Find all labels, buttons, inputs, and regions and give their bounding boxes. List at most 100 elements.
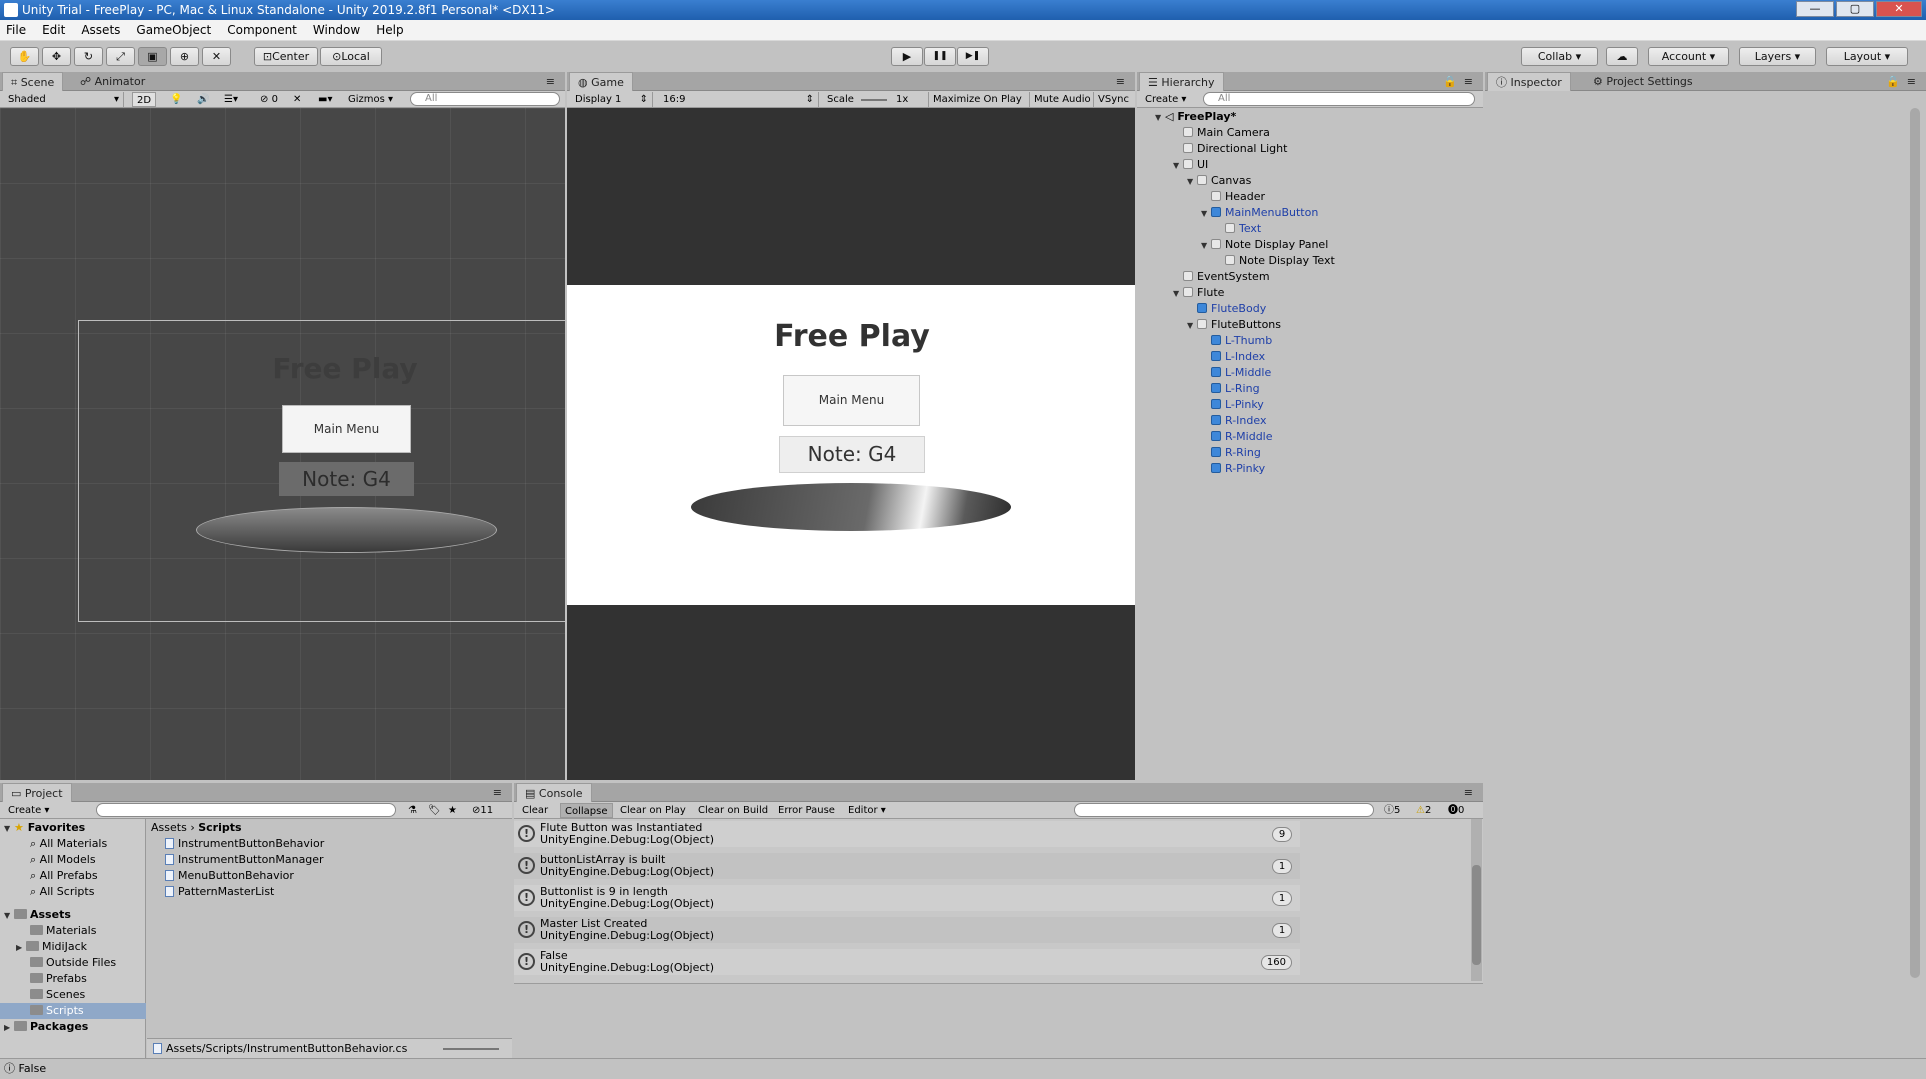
asset-folder[interactable]: Materials bbox=[30, 923, 96, 939]
filter-label-icon[interactable]: 🏷 bbox=[424, 803, 445, 818]
hidden-objects-toggle[interactable]: ⊘ 0 bbox=[256, 92, 282, 107]
hierarchy-menu-icon[interactable]: ≡ bbox=[1456, 72, 1481, 91]
console-editor-dropdown[interactable]: Editor ▾ bbox=[844, 803, 890, 818]
asset-folder[interactable]: Outside Files bbox=[30, 955, 116, 971]
console-log-filter[interactable]: ⓘ5 bbox=[1380, 803, 1404, 818]
scene-search-input[interactable]: All bbox=[410, 92, 560, 106]
console-clear-on-play-toggle[interactable]: Clear on Play bbox=[616, 803, 690, 818]
file-item[interactable]: PatternMasterList bbox=[165, 884, 274, 900]
scale-slider[interactable] bbox=[857, 92, 891, 107]
hierarchy-item[interactable]: R-Ring bbox=[1201, 445, 1261, 461]
hierarchy-item[interactable]: R-Middle bbox=[1201, 429, 1273, 445]
game-screen[interactable]: Free Play Main Menu Note: G4 bbox=[567, 285, 1135, 605]
maximize-on-play-toggle[interactable]: Maximize On Play bbox=[928, 92, 1026, 107]
console-error-filter[interactable]: ⓿0 bbox=[1444, 803, 1468, 818]
console-entry[interactable]: ! Master List Created UnityEngine.Debug:Lo… bbox=[514, 917, 1300, 943]
pivot-center-button[interactable]: ⊡Center bbox=[254, 47, 318, 66]
console-entry[interactable]: ! Flute Button was Instantiated UnityEngin… bbox=[514, 821, 1300, 847]
asset-folder-selected[interactable]: Scripts bbox=[0, 1003, 146, 1019]
icon-size-slider[interactable] bbox=[443, 1048, 499, 1050]
hierarchy-item[interactable]: L-Thumb bbox=[1201, 333, 1272, 349]
layout-dropdown[interactable]: Layout ▾ bbox=[1826, 47, 1908, 66]
hierarchy-item[interactable]: EventSystem bbox=[1173, 269, 1270, 285]
console-scroll-thumb[interactable] bbox=[1472, 865, 1481, 965]
hierarchy-create-dropdown[interactable]: Create ▾ bbox=[1141, 92, 1190, 107]
inspector-menu-icon[interactable]: ≡ bbox=[1899, 72, 1924, 91]
console-menu-icon[interactable]: ≡ bbox=[1456, 783, 1481, 802]
shading-dropdown[interactable]: Shaded ▾ bbox=[4, 92, 124, 107]
step-button[interactable]: ▶❚ bbox=[957, 47, 989, 66]
tab-console[interactable]: ▤ Console bbox=[516, 783, 592, 802]
console-entry[interactable]: ! buttonListArray is built UnityEngine.Deb… bbox=[514, 853, 1300, 879]
hierarchy-item[interactable]: L-Ring bbox=[1201, 381, 1260, 397]
console-clear-on-build-toggle[interactable]: Clear on Build bbox=[694, 803, 772, 818]
tab-scene[interactable]: ⌗ Scene bbox=[2, 72, 64, 91]
hierarchy-item[interactable]: Text bbox=[1215, 221, 1261, 237]
pause-button[interactable]: ❚❚ bbox=[924, 47, 956, 66]
tab-animator[interactable]: ☍ Animator bbox=[72, 72, 153, 91]
hierarchy-item[interactable]: ▼ Flute bbox=[1173, 285, 1224, 301]
favorite-item[interactable]: ⌕ All Scripts bbox=[30, 884, 94, 900]
tab-project-settings[interactable]: ⚙ Project Settings bbox=[1585, 72, 1701, 91]
assets-group[interactable]: ▼ Assets bbox=[4, 907, 71, 923]
hierarchy-item[interactable]: FluteBody bbox=[1187, 301, 1266, 317]
mute-audio-toggle[interactable]: Mute Audio bbox=[1029, 92, 1095, 107]
panel-menu-icon[interactable]: ≡ bbox=[538, 72, 563, 91]
lighting-toggle-icon[interactable]: 💡 bbox=[166, 92, 186, 107]
file-item[interactable]: MenuButtonBehavior bbox=[165, 868, 294, 884]
hierarchy-item[interactable]: ▼ Note Display Panel bbox=[1201, 237, 1328, 253]
status-bar[interactable]: ⓘ False bbox=[0, 1058, 1926, 1079]
hierarchy-item[interactable]: R-Index bbox=[1201, 413, 1266, 429]
minimize-button[interactable]: — bbox=[1796, 1, 1834, 17]
mode-2d-toggle[interactable]: 2D bbox=[132, 92, 157, 107]
asset-folder[interactable]: Scenes bbox=[30, 987, 85, 1003]
packages-group[interactable]: ▶ Packages bbox=[4, 1019, 88, 1035]
favorite-item[interactable]: ⌕ All Prefabs bbox=[30, 868, 98, 884]
hierarchy-item[interactable]: ▼ MainMenuButton bbox=[1201, 205, 1318, 221]
console-scrollbar[interactable] bbox=[1471, 819, 1482, 981]
hierarchy-item[interactable]: Note Display Text bbox=[1215, 253, 1335, 269]
hierarchy-item[interactable]: L-Index bbox=[1201, 349, 1265, 365]
hierarchy-item[interactable]: Header bbox=[1201, 189, 1265, 205]
asset-folder[interactable]: ▶ MidiJack bbox=[16, 939, 87, 955]
move-tool-icon[interactable]: ✥ bbox=[42, 47, 71, 66]
tab-hierarchy[interactable]: ☰ Hierarchy bbox=[1139, 72, 1224, 91]
project-create-dropdown[interactable]: Create ▾ bbox=[4, 803, 53, 818]
favorites-group[interactable]: ▼ ★ Favorites bbox=[4, 820, 85, 836]
console-entry[interactable]: ! Buttonlist is 9 in length UnityEngine.De… bbox=[514, 885, 1300, 911]
scene-root[interactable]: ▼ ◁ FreePlay* bbox=[1155, 109, 1477, 125]
game-main-menu-button[interactable]: Main Menu bbox=[783, 375, 920, 426]
audio-toggle-icon[interactable]: 🔊 bbox=[193, 92, 213, 107]
console-clear-button[interactable]: Clear bbox=[518, 803, 552, 818]
filter-type-icon[interactable]: ⚗ bbox=[404, 803, 421, 818]
hierarchy-item[interactable]: L-Pinky bbox=[1201, 397, 1264, 413]
menu-assets[interactable]: Assets bbox=[81, 23, 120, 37]
file-item[interactable]: InstrumentButtonBehavior bbox=[165, 836, 324, 852]
file-item[interactable]: InstrumentButtonManager bbox=[165, 852, 324, 868]
console-warning-filter[interactable]: ⚠2 bbox=[1412, 803, 1435, 818]
console-search-input[interactable] bbox=[1074, 803, 1374, 817]
gizmos-dropdown[interactable]: Gizmos ▾ bbox=[344, 92, 397, 107]
effects-dropdown-icon[interactable]: ☰▾ bbox=[220, 92, 242, 107]
console-error-pause-toggle[interactable]: Error Pause bbox=[774, 803, 839, 818]
hierarchy-item[interactable]: L-Middle bbox=[1201, 365, 1271, 381]
menu-file[interactable]: File bbox=[6, 23, 26, 37]
layers-dropdown[interactable]: Layers ▾ bbox=[1739, 47, 1816, 66]
transform-tool-icon[interactable]: ⊕ bbox=[170, 47, 199, 66]
tools-icon[interactable]: ✕ bbox=[289, 92, 305, 107]
tab-inspector[interactable]: ⓘ Inspector bbox=[1487, 72, 1571, 91]
collab-button[interactable]: Collab ▾ bbox=[1521, 47, 1598, 66]
menu-gameobject[interactable]: GameObject bbox=[136, 23, 211, 37]
hierarchy-item[interactable]: R-Pinky bbox=[1201, 461, 1265, 477]
tab-project[interactable]: ▭ Project bbox=[2, 783, 72, 802]
hand-tool-icon[interactable]: ✋ bbox=[10, 47, 39, 66]
menu-window[interactable]: Window bbox=[313, 23, 360, 37]
cloud-icon[interactable]: ☁ bbox=[1606, 47, 1638, 66]
display-dropdown[interactable]: Display 1 ⇕ bbox=[571, 92, 653, 107]
account-dropdown[interactable]: Account ▾ bbox=[1648, 47, 1729, 66]
hierarchy-item[interactable]: Directional Light bbox=[1173, 141, 1287, 157]
project-menu-icon[interactable]: ≡ bbox=[485, 783, 510, 802]
rotate-tool-icon[interactable]: ↻ bbox=[74, 47, 103, 66]
console-detail-area[interactable] bbox=[514, 983, 1483, 1058]
hierarchy-item[interactable]: ▼ UI bbox=[1173, 157, 1208, 173]
